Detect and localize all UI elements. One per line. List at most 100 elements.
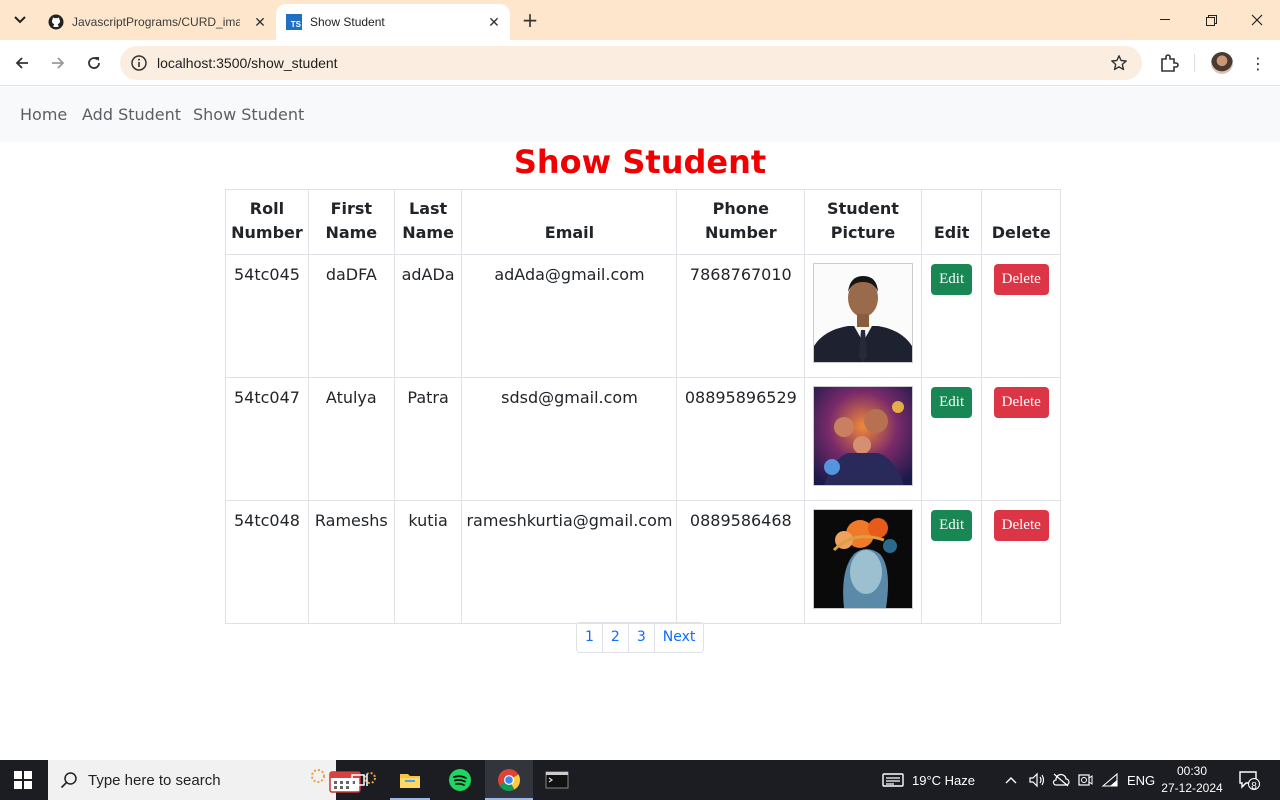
cell-roll-number: 54tc047	[225, 377, 309, 501]
notifications-icon[interactable]: 8	[1238, 760, 1260, 800]
nav-show-student[interactable]: Show Student	[193, 105, 304, 124]
github-icon	[48, 14, 64, 30]
taskbar-search-box[interactable]: Type here to search	[48, 760, 376, 800]
windows-start-icon[interactable]	[14, 771, 32, 789]
cell-roll-number: 54tc045	[225, 254, 309, 378]
page-title: Show Student	[513, 143, 767, 181]
weather-widget[interactable]: 19°C Haze	[882, 760, 975, 800]
address-bar[interactable]: localhost:3500/show_student	[120, 46, 1142, 80]
weather-text: 19°C Haze	[912, 772, 976, 788]
browser-toolbar: localhost:3500/show_student ⋮	[0, 40, 1280, 86]
typescript-icon: TS	[286, 14, 302, 30]
cell-first-name: Atulya	[307, 377, 395, 501]
bookmark-star-icon[interactable]	[1110, 54, 1128, 72]
cell-email: sdsd@gmail.com	[461, 377, 678, 501]
cell-email: adAda@gmail.com	[461, 254, 678, 378]
page-link-2[interactable]: 2	[603, 623, 629, 652]
cell-picture	[804, 377, 922, 501]
cell-phone: 7868767010	[676, 254, 806, 378]
cell-phone: 08895896529	[676, 377, 806, 501]
table-row: 54tc045 daDFA adADa adAda@gmail.com 7868…	[225, 254, 1061, 378]
cell-delete: Delete	[981, 377, 1061, 501]
delete-button[interactable]: Delete	[993, 387, 1049, 418]
tab-show-student[interactable]: TS Show Student ✕	[276, 4, 510, 40]
reload-icon[interactable]	[82, 51, 106, 75]
back-arrow-icon[interactable]	[10, 51, 34, 75]
cell-edit: Edit	[920, 500, 983, 624]
cell-first-name: Rameshs	[307, 500, 395, 624]
cell-edit: Edit	[920, 254, 983, 378]
extensions-puzzle-icon[interactable]	[1158, 52, 1180, 74]
student-photo	[813, 509, 913, 609]
tab-search-dropdown-icon[interactable]	[8, 8, 32, 32]
wifi-icon[interactable]	[1101, 760, 1119, 800]
tab-title: Show Student	[310, 15, 385, 29]
more-menu-icon[interactable]: ⋮	[1248, 52, 1268, 74]
page-link-3[interactable]: 3	[629, 623, 655, 652]
cell-first-name: daDFA	[307, 254, 395, 378]
student-photo	[813, 386, 913, 486]
header-email: Email	[461, 189, 678, 255]
file-explorer-icon[interactable]	[398, 768, 422, 792]
cell-edit: Edit	[920, 377, 983, 501]
meet-camera-icon[interactable]	[1077, 760, 1093, 800]
volume-icon[interactable]	[1028, 760, 1046, 800]
terminal-icon[interactable]	[545, 768, 569, 792]
browser-tabbar: JavascriptPrograms/CURD_image ✕ TS Show …	[0, 0, 1280, 40]
header-phone-number: Phone Number	[676, 189, 806, 255]
toolbar-divider	[1194, 54, 1195, 72]
cell-roll-number: 54tc048	[225, 500, 309, 624]
tab-github[interactable]: JavascriptPrograms/CURD_image ✕	[40, 4, 276, 40]
delete-button[interactable]: Delete	[993, 264, 1049, 295]
header-first-name: First Name	[307, 189, 395, 255]
header-roll-number: Roll Number	[225, 189, 309, 255]
nav-add-student[interactable]: Add Student	[82, 105, 181, 124]
site-info-icon[interactable]	[130, 54, 148, 72]
cloud-offline-icon[interactable]	[1052, 760, 1070, 800]
cell-phone: 0889586468	[676, 500, 806, 624]
cell-picture	[804, 500, 922, 624]
restore-icon[interactable]	[1188, 8, 1234, 32]
show-hidden-icons-icon[interactable]	[1004, 760, 1018, 800]
cell-last-name: Patra	[393, 377, 463, 501]
close-icon[interactable]: ✕	[252, 14, 268, 30]
edit-button[interactable]: Edit	[931, 387, 973, 418]
system-clock[interactable]: 00:30 27-12-2024	[1160, 763, 1224, 797]
url-text: localhost:3500/show_student	[157, 55, 338, 71]
forward-arrow-icon[interactable]	[46, 51, 70, 75]
window-close-icon[interactable]	[1234, 8, 1280, 32]
header-last-name: Last Name	[393, 189, 463, 255]
profile-avatar[interactable]	[1211, 52, 1233, 74]
header-edit: Edit	[920, 189, 983, 255]
close-icon[interactable]: ✕	[486, 14, 502, 30]
chrome-icon[interactable]	[497, 768, 521, 792]
notification-count: 8	[1251, 781, 1257, 792]
new-tab-icon[interactable]: +	[518, 10, 542, 30]
spotify-icon[interactable]	[448, 768, 472, 792]
edit-button[interactable]: Edit	[931, 264, 973, 295]
student-photo	[813, 263, 913, 363]
cell-picture	[804, 254, 922, 378]
weather-haze-icon	[882, 773, 904, 787]
table-row: 54tc047 Atulya Patra sdsd@gmail.com 0889…	[225, 377, 1061, 501]
header-student-picture: Student Picture	[804, 189, 922, 255]
cell-delete: Delete	[981, 500, 1061, 624]
language-indicator[interactable]: ENG	[1127, 760, 1155, 800]
delete-button[interactable]: Delete	[993, 510, 1049, 541]
windows-taskbar: Type here to search 19°C Haze ENG 00:30 …	[0, 760, 1280, 800]
minimize-icon[interactable]	[1142, 8, 1188, 32]
table-row: 54tc048 Rameshs kutia rameshkurtia@gmail…	[225, 500, 1061, 624]
nav-home[interactable]: Home	[20, 105, 67, 124]
pagination: 1 2 3 Next	[576, 622, 705, 653]
table-header-row: Roll Number First Name Last Name Email Phon…	[225, 189, 1061, 255]
page-link-1[interactable]: 1	[577, 623, 603, 652]
header-delete: Delete	[981, 189, 1061, 255]
page-link-next[interactable]: Next	[655, 623, 704, 652]
task-view-icon[interactable]	[348, 768, 372, 792]
search-icon	[60, 771, 78, 789]
students-table: Roll Number First Name Last Name Email Phon…	[225, 189, 1061, 624]
edit-button[interactable]: Edit	[931, 510, 973, 541]
site-navbar: Home Add Student Show Student	[0, 87, 1280, 142]
cell-delete: Delete	[981, 254, 1061, 378]
cell-last-name: kutia	[393, 500, 463, 624]
